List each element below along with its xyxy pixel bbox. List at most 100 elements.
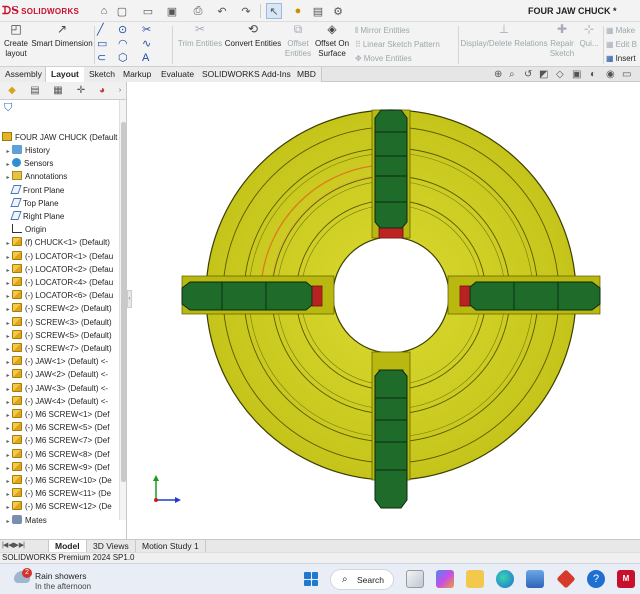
jaw-body[interactable] xyxy=(374,369,408,509)
graphics-area[interactable] xyxy=(132,82,640,539)
configuration-tab-icon[interactable]: ▦ xyxy=(52,85,64,97)
feature-tree-scrollbar[interactable] xyxy=(119,100,126,520)
arc-tool-icon[interactable]: ◠ xyxy=(118,38,128,50)
text-tool-icon[interactable]: A xyxy=(142,52,149,64)
expand-arrow-icon[interactable]: ▸ xyxy=(4,146,12,157)
trim-tool-icon[interactable]: ✂ xyxy=(142,24,151,36)
previous-view-icon[interactable]: ↺ xyxy=(524,69,532,80)
tab-evaluate[interactable]: Evaluate xyxy=(156,67,201,82)
jaw-bottom[interactable] xyxy=(374,369,408,509)
file-explorer-icon[interactable] xyxy=(466,570,484,588)
appearance-icon[interactable]: ◉ xyxy=(606,69,615,80)
tree-item[interactable]: ▸ (-) SCREW<2> (Default) xyxy=(4,302,125,315)
expand-arrow-icon[interactable]: ▸ xyxy=(4,370,12,381)
tree-item[interactable]: ▸ (-) M6 SCREW<10> (De xyxy=(4,474,125,487)
redo-icon[interactable]: ↷ xyxy=(238,3,254,19)
expand-arrow-icon[interactable]: ▸ xyxy=(4,357,12,368)
tree-item[interactable]: ▸ (f) CHUCK<1> (Default) xyxy=(4,236,125,249)
home-icon[interactable]: ⌂ xyxy=(96,3,112,19)
more-tabs-icon[interactable]: › xyxy=(114,85,126,97)
hide-show-icon[interactable]: ◐ xyxy=(590,69,596,80)
repair-sketch-button[interactable]: ✚ Repair Sketch xyxy=(548,23,576,59)
create-layout-button[interactable]: ◰ Create layout xyxy=(2,23,30,59)
windows-start-icon[interactable] xyxy=(304,572,318,586)
jaw-body[interactable] xyxy=(181,281,313,311)
tab-layout[interactable]: Layout xyxy=(45,67,85,82)
tree-item[interactable]: ▸ (-) SCREW<5> (Default) xyxy=(4,329,125,342)
tree-root[interactable]: FOUR JAW CHUCK (Default xyxy=(2,131,123,144)
expand-arrow-icon[interactable]: ▸ xyxy=(4,397,12,408)
tab-solidworks-addins[interactable]: SOLIDWORKS Add-Ins xyxy=(197,67,297,82)
four-jaw-chuck-model[interactable] xyxy=(132,82,640,539)
expand-arrow-icon[interactable]: ▸ xyxy=(4,436,12,447)
undo-icon[interactable]: ↶ xyxy=(214,3,230,19)
tree-item[interactable]: ▸ (-) LOCATOR<1> (Defau xyxy=(4,250,125,263)
jaw-body[interactable] xyxy=(469,281,601,311)
expand-arrow-icon[interactable]: ▸ xyxy=(4,304,12,315)
traffic-light-icon[interactable]: ● xyxy=(290,3,306,19)
scene-icon[interactable]: ▭ xyxy=(622,69,631,80)
expand-arrow-icon[interactable]: ▸ xyxy=(4,252,12,263)
save-icon[interactable]: ▣ xyxy=(164,3,180,19)
tree-item[interactable]: Origin xyxy=(4,223,125,236)
copilot-icon[interactable] xyxy=(436,570,454,588)
screw-body[interactable] xyxy=(459,285,471,307)
taskbar-search[interactable]: ⌕ Search xyxy=(330,569,394,590)
quick-snaps-button[interactable]: ⊹ Qui... xyxy=(578,23,600,49)
tab-scroll-arrows-icon[interactable]: |◀ ◀ ▶ ▶| xyxy=(2,541,25,549)
tree-item[interactable]: ▸ (-) LOCATOR<4> (Defau xyxy=(4,276,125,289)
tab-markup[interactable]: Markup xyxy=(118,67,158,82)
expand-arrow-icon[interactable]: ▸ xyxy=(4,384,12,395)
mirror-entities-button[interactable]: ⫴ Mirror Entities xyxy=(355,26,410,36)
move-entities-button[interactable]: ✥ Move Entities xyxy=(355,54,412,63)
feature-tree-tab-icon[interactable]: ◆ xyxy=(6,85,18,97)
expand-arrow-icon[interactable]: ▸ xyxy=(4,502,12,513)
tab-assembly[interactable]: Assembly xyxy=(0,67,48,82)
polygon-tool-icon[interactable]: ⬡ xyxy=(118,52,128,64)
options-gear-icon[interactable]: ⚙ xyxy=(330,3,346,19)
tree-item[interactable]: Right Plane xyxy=(4,210,125,223)
tree-item[interactable]: ▸ (-) JAW<3> (Default) <- xyxy=(4,382,125,395)
tree-item[interactable]: ▸ (-) M6 SCREW<8> (Def xyxy=(4,448,125,461)
expand-arrow-icon[interactable]: ▸ xyxy=(4,450,12,461)
slot-tool-icon[interactable]: ⊂ xyxy=(97,52,106,64)
expand-arrow-icon[interactable]: ▸ xyxy=(4,265,12,276)
rectangle-tool-icon[interactable]: ▭ xyxy=(97,38,107,50)
print-icon[interactable]: ⎙ xyxy=(190,3,206,19)
screw-left[interactable] xyxy=(311,285,323,307)
expand-arrow-icon[interactable]: ▸ xyxy=(4,410,12,421)
expand-arrow-icon[interactable]: ▸ xyxy=(4,238,12,249)
help-icon[interactable]: ? xyxy=(587,570,605,588)
display-delete-relations-button[interactable]: ⊥ Display/Delete Relations xyxy=(460,23,548,49)
offset-entities-button[interactable]: ⧉ Offset Entities xyxy=(283,23,313,59)
expand-arrow-icon[interactable]: ▸ xyxy=(4,463,12,474)
display-manager-tab-icon[interactable]: ◕ xyxy=(96,85,108,97)
expand-arrow-icon[interactable]: ▸ xyxy=(4,516,12,527)
expand-arrow-icon[interactable]: ▸ xyxy=(4,291,12,302)
zoom-fit-icon[interactable]: ⊕ xyxy=(494,69,502,80)
smart-dimension-button[interactable]: ↗ Smart Dimension xyxy=(31,23,93,49)
tree-item[interactable]: ▸ Mates xyxy=(4,514,125,527)
edit-block-button[interactable]: ▦ Edit B xyxy=(606,40,637,49)
property-manager-tab-icon[interactable]: ▤ xyxy=(29,85,41,97)
tree-item[interactable]: ▸ (-) JAW<2> (Default) <- xyxy=(4,368,125,381)
tab-sketch[interactable]: Sketch xyxy=(84,67,121,82)
expand-arrow-icon[interactable]: ▸ xyxy=(4,423,12,434)
select-arrow-icon[interactable]: ↖ xyxy=(266,3,282,19)
zoom-area-icon[interactable]: ⌕ xyxy=(509,69,515,80)
tree-item[interactable]: ▸ (-) LOCATOR<6> (Defau xyxy=(4,289,125,302)
expand-arrow-icon[interactable]: ▸ xyxy=(4,278,12,289)
tree-item[interactable]: Top Plane xyxy=(4,197,125,210)
open-icon[interactable]: ▭ xyxy=(140,3,156,19)
solidworks-taskbar-icon[interactable] xyxy=(556,569,576,589)
expand-arrow-icon[interactable]: ▸ xyxy=(4,172,12,183)
edge-browser-icon[interactable] xyxy=(496,570,514,588)
solidworks-logo[interactable]: ᗪS SOLIDWORKS xyxy=(2,4,79,18)
tree-item[interactable]: ▸ (-) M6 SCREW<11> (De xyxy=(4,487,125,500)
expand-arrow-icon[interactable]: ▸ xyxy=(4,344,12,355)
expand-arrow-icon[interactable]: ▸ xyxy=(4,159,12,170)
scrollbar-thumb[interactable] xyxy=(121,122,126,482)
tree-item[interactable]: ▸ (-) M6 SCREW<7> (Def xyxy=(4,434,125,447)
convert-entities-button[interactable]: ⟲ Convert Entities xyxy=(224,23,282,49)
tree-item[interactable]: ▸ (-) JAW<4> (Default) <- xyxy=(4,395,125,408)
